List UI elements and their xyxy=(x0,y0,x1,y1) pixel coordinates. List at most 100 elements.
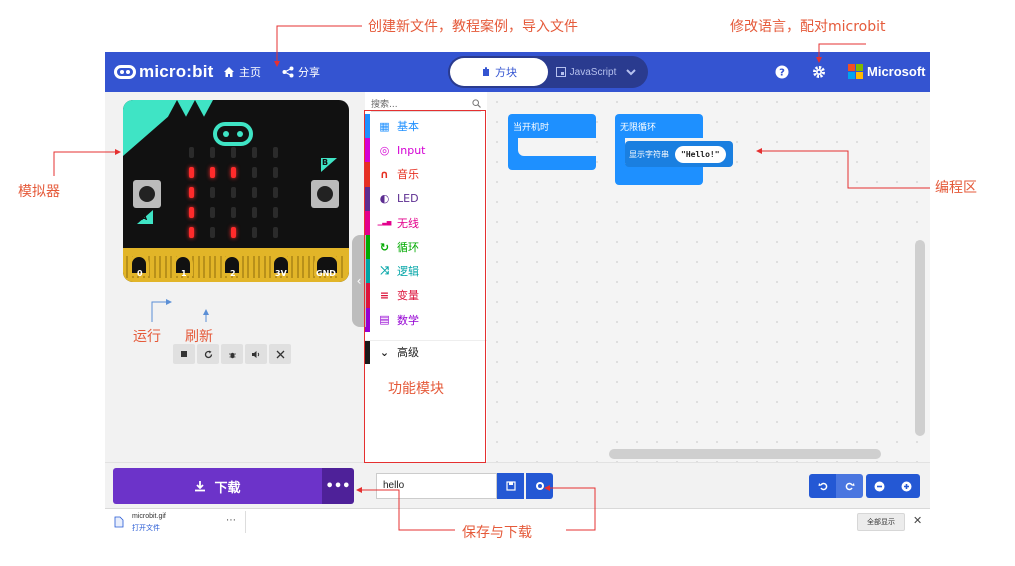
sound-button[interactable] xyxy=(245,344,267,364)
microsoft-grid-icon xyxy=(848,64,863,79)
share-button[interactable]: 分享 xyxy=(282,64,320,80)
edge-tooth xyxy=(296,256,299,278)
annotation-refresh: 刷新 xyxy=(185,329,213,345)
download-button[interactable]: 下载 xyxy=(113,468,322,504)
led-pixel xyxy=(210,227,215,238)
download-more-button[interactable]: ••• xyxy=(322,468,354,504)
puzzle-icon xyxy=(483,67,489,76)
led-pixel xyxy=(231,207,236,218)
show-string-block[interactable]: 显示字符串 "Hello!" xyxy=(625,141,733,167)
editor-mode-toggle: 方块 JavaScript xyxy=(448,56,648,88)
js-icon xyxy=(555,67,566,77)
led-pixel xyxy=(210,207,215,218)
coding-workspace[interactable]: 当开机时 无限循环 显示字符串 "Hello!" xyxy=(487,92,930,462)
board-corner-decoration xyxy=(123,100,213,156)
on-start-label: 当开机时 xyxy=(508,114,596,138)
stop-button[interactable] xyxy=(173,344,195,364)
gear-icon[interactable] xyxy=(812,65,826,79)
search-input[interactable]: 搜索... xyxy=(371,97,398,110)
fullscreen-icon xyxy=(276,350,284,358)
undo-button[interactable] xyxy=(809,474,836,498)
edge-tooth xyxy=(208,256,211,278)
javascript-mode-label: JavaScript xyxy=(569,66,617,78)
help-icon[interactable]: ? xyxy=(775,65,789,79)
simulator-controls xyxy=(173,344,291,364)
led-pixel xyxy=(252,167,257,178)
annotation-run: 运行 xyxy=(133,329,161,345)
debug-button[interactable] xyxy=(221,344,243,364)
edge-tooth xyxy=(214,256,216,278)
led-pixel xyxy=(231,227,236,238)
board-logo-icon[interactable] xyxy=(213,122,253,146)
zoom-out-button[interactable] xyxy=(866,474,893,498)
button-a-label: A xyxy=(141,213,148,222)
zoom-in-icon xyxy=(901,481,912,491)
javascript-mode-button[interactable]: JavaScript xyxy=(546,58,626,86)
button-b-label: B xyxy=(322,158,329,167)
button-a[interactable] xyxy=(133,180,161,208)
annotation-coding-area: 编程区 xyxy=(935,180,977,196)
project-name-input[interactable]: hello xyxy=(376,473,497,499)
simulator-panel: A B 0 1 2 3V GND xyxy=(105,92,365,462)
led-pixel xyxy=(210,167,215,178)
github-button[interactable] xyxy=(526,473,553,499)
makecode-editor: micro:bit 主页 分享 方块 JavaScript ? Microsof… xyxy=(105,52,930,534)
file-more-icon[interactable]: ⋯ xyxy=(226,515,236,526)
edge-tooth xyxy=(252,256,255,278)
microbit-board[interactable]: A B 0 1 2 3V GND xyxy=(123,100,349,282)
ellipsis-icon: ••• xyxy=(325,478,351,494)
project-name-value: hello xyxy=(383,480,405,491)
forever-label: 无限循环 xyxy=(615,114,703,138)
open-file-link[interactable]: 打开文件 xyxy=(132,523,160,533)
annotation-top-menu: 创建新文件，教程案例，导入文件 xyxy=(368,19,578,35)
chevron-down-icon[interactable] xyxy=(624,65,638,79)
zoom-in-button[interactable] xyxy=(893,474,920,498)
microsoft-logo[interactable]: Microsoft xyxy=(848,64,926,79)
share-icon xyxy=(282,66,294,78)
vertical-scrollbar[interactable] xyxy=(915,240,925,436)
show-all-button[interactable]: 全部显示 xyxy=(857,513,905,531)
file-icon xyxy=(114,516,124,528)
string-value-field[interactable]: "Hello!" xyxy=(675,145,726,163)
forever-side xyxy=(615,138,625,164)
horizontal-scrollbar[interactable] xyxy=(609,449,881,459)
home-label: 主页 xyxy=(239,66,261,79)
led-pixel xyxy=(231,147,236,158)
brand-text: micro:bit xyxy=(139,62,214,81)
shelf-divider xyxy=(245,511,246,533)
stop-icon xyxy=(181,351,187,357)
home-button[interactable]: 主页 xyxy=(223,64,261,80)
redo-button[interactable] xyxy=(836,474,863,498)
pin-gnd-label: GND xyxy=(316,269,336,278)
downloaded-file-name[interactable]: microbit.gif xyxy=(132,513,166,520)
sound-icon xyxy=(252,350,260,358)
microbit-logo[interactable]: micro:bit xyxy=(114,62,214,82)
fullscreen-button[interactable] xyxy=(269,344,291,364)
edge-tooth xyxy=(159,256,161,278)
edge-tooth xyxy=(126,256,128,278)
led-pixel xyxy=(273,187,278,198)
screenshot-stage: micro:bit 主页 分享 方块 JavaScript ? Microsof… xyxy=(0,0,1015,566)
blocks-mode-button[interactable]: 方块 xyxy=(450,58,548,86)
edge-tooth xyxy=(263,256,266,278)
search-icon[interactable] xyxy=(472,99,481,108)
edge-tooth xyxy=(164,256,167,278)
annotation-save-download: 保存与下载 xyxy=(462,525,532,541)
led-pixel xyxy=(189,147,194,158)
led-pixel xyxy=(273,227,278,238)
pin-0-label: 0 xyxy=(137,269,143,278)
edge-tooth xyxy=(153,256,156,278)
edge-tooth xyxy=(340,256,343,278)
button-b[interactable] xyxy=(311,180,339,208)
on-start-block[interactable]: 当开机时 xyxy=(508,114,596,170)
github-icon xyxy=(535,482,544,490)
annotation-settings: 修改语言，配对microbit xyxy=(730,19,886,35)
debug-icon xyxy=(228,352,236,358)
save-button[interactable] xyxy=(497,473,524,499)
restart-button[interactable] xyxy=(197,344,219,364)
share-label: 分享 xyxy=(298,66,320,79)
close-icon[interactable]: ✕ xyxy=(913,514,922,527)
zoom-out-icon xyxy=(874,481,885,491)
on-start-slot xyxy=(518,138,596,156)
forever-block[interactable]: 无限循环 显示字符串 "Hello!" xyxy=(615,114,733,185)
